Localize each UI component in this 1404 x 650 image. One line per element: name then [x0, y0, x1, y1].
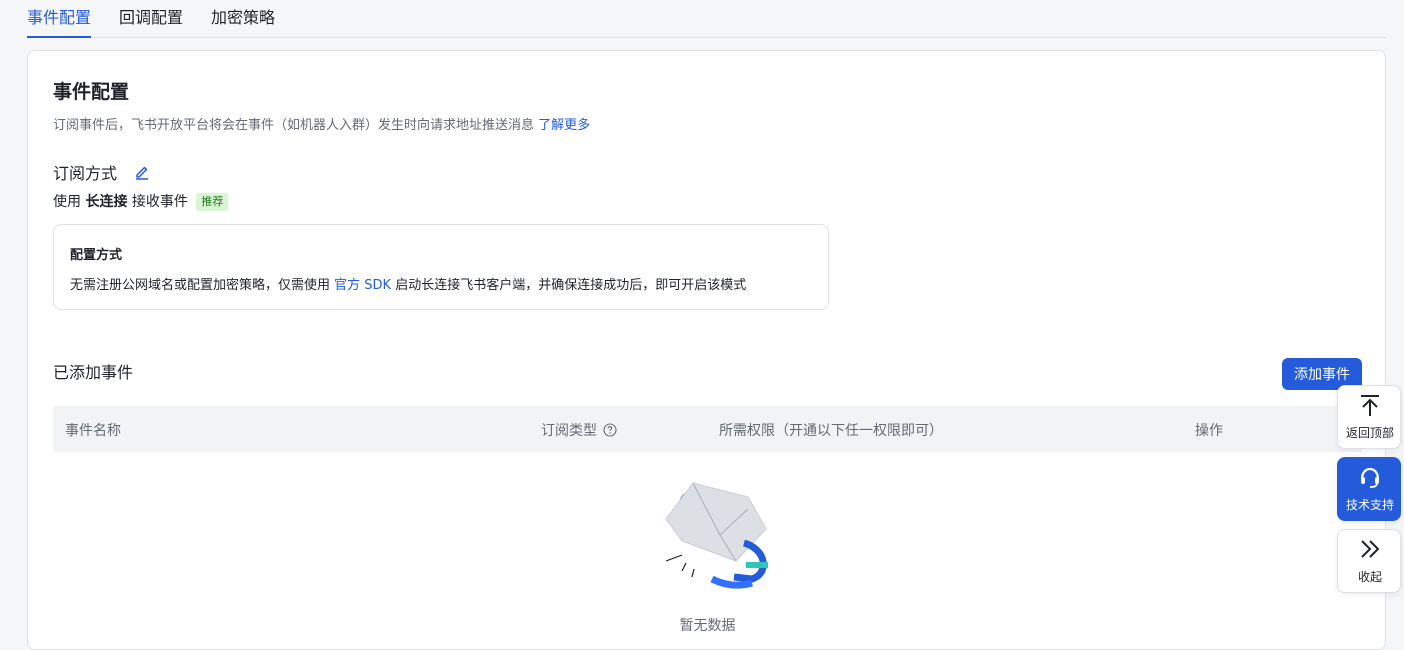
help-icon[interactable]	[603, 423, 618, 441]
method-name: 长连接	[85, 194, 128, 210]
headset-icon	[1358, 465, 1382, 489]
column-subscription-type-label: 订阅类型	[541, 423, 597, 439]
back-to-top-label: 返回顶部	[1345, 426, 1394, 440]
config-text-before: 无需注册公网域名或配置加密策略，仅需使用	[70, 278, 331, 293]
arrow-up-icon	[1358, 393, 1382, 417]
use-prefix: 使用	[53, 194, 81, 210]
empty-state-illustration	[648, 479, 768, 594]
back-to-top-button[interactable]: 返回顶部	[1337, 385, 1401, 449]
recommended-badge: 推荐	[196, 193, 229, 211]
column-event-name: 事件名称	[65, 423, 121, 439]
learn-more-link[interactable]: 了解更多	[538, 118, 590, 133]
config-box-title: 配置方式	[70, 248, 123, 263]
tech-support-button[interactable]: 技术支持	[1337, 457, 1401, 521]
column-subscription-type: 订阅类型	[541, 420, 618, 441]
subscription-section-title: 订阅方式	[53, 160, 150, 184]
empty-state-text: 暂无数据	[679, 618, 736, 634]
config-text-after: 启动长连接飞书客户端，并确保连接成功后，即可开启该模式	[395, 278, 747, 293]
column-actions: 操作	[1195, 423, 1223, 439]
config-method-box: 配置方式 无需注册公网域名或配置加密策略，仅需使用 官方 SDK 启动长连接飞书…	[53, 224, 829, 310]
tab-callback-config[interactable]: 回调配置	[119, 4, 183, 38]
column-required-permissions: 所需权限（开通以下任一权限即可）	[719, 423, 943, 439]
tech-support-label: 技术支持	[1345, 498, 1394, 512]
official-sdk-link[interactable]: 官方 SDK	[334, 278, 391, 293]
tab-bar: 事件配置 回调配置 加密策略	[27, 0, 1386, 38]
event-config-card: 事件配置 订阅事件后，飞书开放平台将会在事件（如机器人入群）发生时向请求地址推送…	[27, 50, 1386, 650]
subscription-method: 使用 长连接 接收事件 推荐	[53, 191, 229, 211]
subscription-title: 订阅方式	[53, 164, 118, 183]
collapse-label: 收起	[1357, 570, 1382, 584]
double-chevron-right-icon	[1358, 537, 1382, 561]
events-table-header: 事件名称 订阅类型 所需权限（开通以下任一权限即可） 操作	[53, 406, 1362, 452]
page-description: 订阅事件后，飞书开放平台将会在事件（如机器人入群）发生时向请求地址推送消息 了解…	[53, 114, 590, 133]
config-box-text: 无需注册公网域名或配置加密策略，仅需使用 官方 SDK 启动长连接飞书客户端，并…	[70, 274, 746, 293]
use-suffix: 接收事件	[131, 194, 188, 210]
description-text: 订阅事件后，飞书开放平台将会在事件（如机器人入群）发生时向请求地址推送消息	[53, 118, 535, 133]
collapse-button[interactable]: 收起	[1337, 529, 1401, 593]
added-events-title: 已添加事件	[53, 363, 134, 382]
tab-event-config[interactable]: 事件配置	[27, 4, 92, 38]
tab-encryption-strategy[interactable]: 加密策略	[211, 4, 275, 38]
page-title: 事件配置	[53, 81, 130, 103]
edit-icon[interactable]	[134, 164, 150, 184]
